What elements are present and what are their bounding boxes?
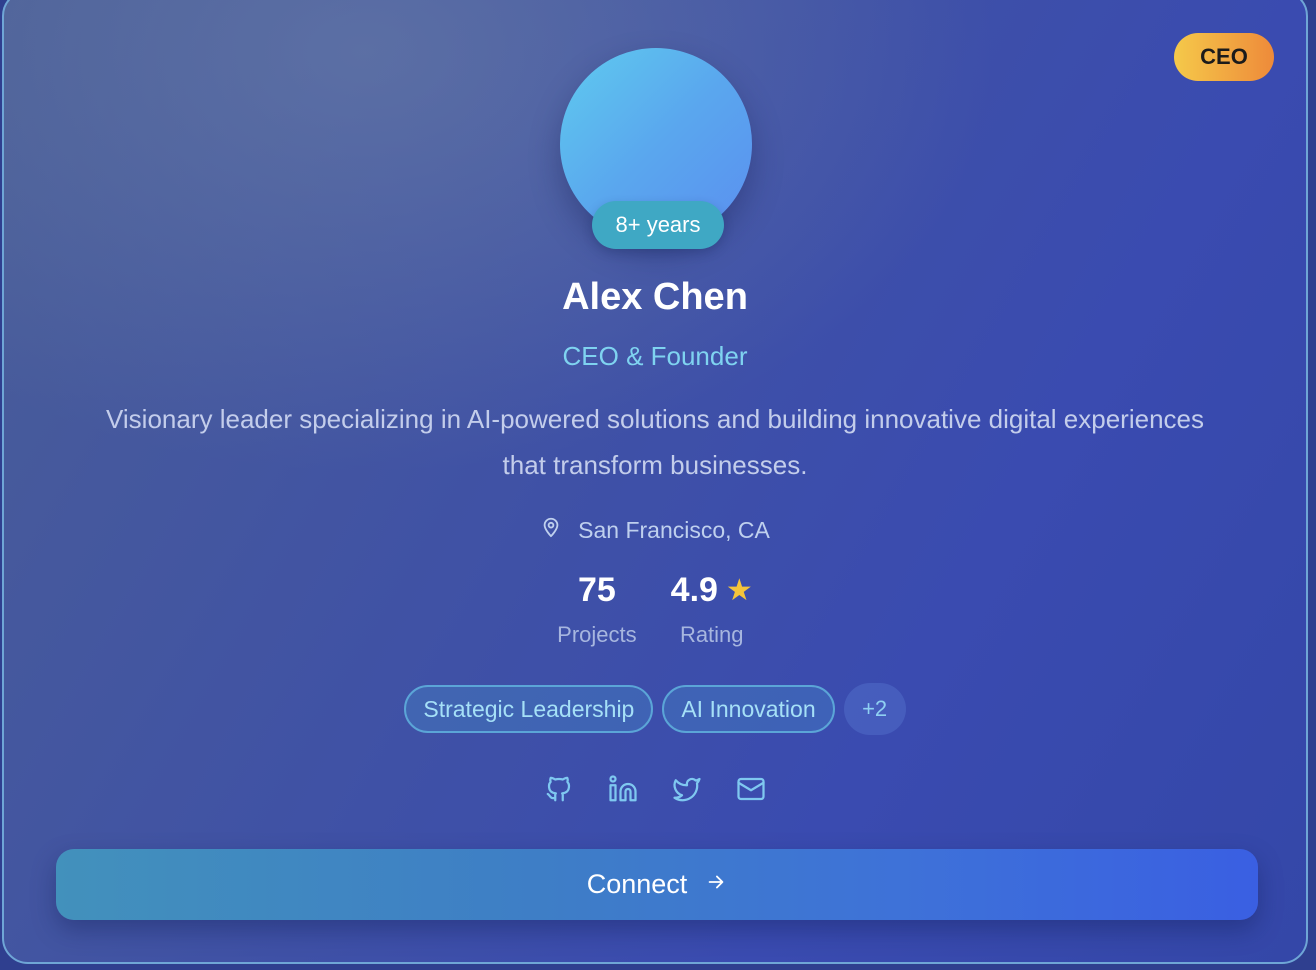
map-pin-icon: [540, 516, 562, 544]
location-row: San Francisco, CA: [4, 516, 1306, 544]
arrow-right-icon: [705, 869, 727, 900]
mail-icon[interactable]: [736, 774, 766, 804]
social-links: [4, 774, 1306, 804]
more-tags-button[interactable]: +2: [843, 683, 906, 735]
star-icon: ★: [725, 573, 753, 607]
github-icon[interactable]: [544, 774, 574, 804]
linkedin-icon[interactable]: [608, 774, 638, 804]
projects-value: 75: [578, 570, 616, 609]
rating-label: Rating: [679, 622, 744, 647]
skill-tag[interactable]: Strategic Leadership: [404, 685, 654, 733]
skill-tags: Strategic Leadership AI Innovation +2: [4, 683, 1306, 735]
stat-projects: 75 Projects: [557, 568, 636, 648]
stat-rating: 4.9 ★ Rating: [671, 568, 753, 648]
role-badge: CEO: [1174, 33, 1274, 81]
twitter-icon[interactable]: [672, 774, 702, 804]
projects-label: Projects: [557, 622, 637, 647]
location-text: San Francisco, CA: [578, 516, 770, 543]
profile-card: CEO 8+ years Alex Chen CEO & Founder Vis…: [2, 0, 1308, 964]
rating-value: 4.9: [670, 570, 718, 609]
skill-tag[interactable]: AI Innovation: [662, 685, 835, 733]
experience-badge: 8+ years: [592, 201, 724, 249]
profile-title: CEO & Founder: [562, 341, 748, 371]
profile-bio: Visionary leader specializing in AI-powe…: [106, 404, 1204, 480]
connect-button[interactable]: Connect: [56, 849, 1258, 920]
connect-label: Connect: [586, 869, 688, 899]
profile-name: Alex Chen: [562, 276, 748, 318]
stats-row: 75 Projects 4.9 ★ Rating: [4, 568, 1306, 648]
